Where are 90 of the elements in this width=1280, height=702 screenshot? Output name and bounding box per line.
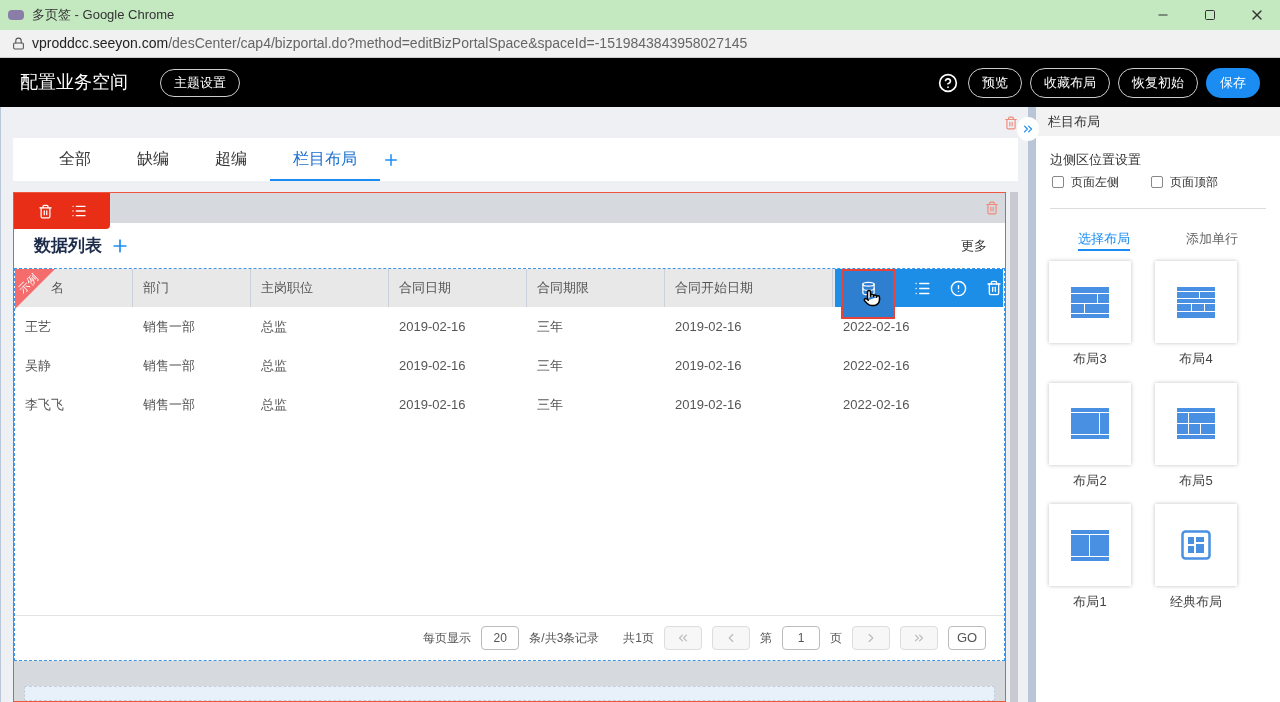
- page-field[interactable]: 1: [782, 626, 820, 650]
- per-page-field[interactable]: 20: [481, 626, 520, 650]
- window-title: 多页签 - Google Chrome: [32, 6, 175, 25]
- app-logo-icon: [8, 10, 24, 20]
- table-cell-text: 2022-02-16: [843, 317, 910, 336]
- layout-label: 经典布局: [1170, 593, 1222, 611]
- column-header: 合同日期: [399, 279, 451, 298]
- column-header: 部门: [143, 279, 169, 298]
- table-cell-text: 2022-02-16: [843, 395, 910, 414]
- section-title: 数据列表: [34, 234, 102, 257]
- table-cell-text: 总监: [261, 317, 287, 336]
- table-cell-text: 销售一部: [143, 317, 195, 336]
- data-source-button[interactable]: [841, 269, 895, 319]
- table-cell-text: 2019-02-16: [675, 356, 742, 375]
- info-icon[interactable]: [950, 279, 967, 297]
- address-bar[interactable]: vproddcc.seeyon.com/desCenter/cap4/bizportal.do?method=editBizPortalSpace&spaceId=-1519843843958027145: [0, 30, 1280, 58]
- layout-label: 布局3: [1073, 350, 1107, 368]
- layout-option[interactable]: [1049, 261, 1131, 343]
- table-cell-text: 销售一部: [143, 395, 195, 414]
- page-suffix: 页: [830, 630, 842, 647]
- lock-icon: [12, 37, 25, 50]
- checkbox-label: 页面左侧: [1071, 173, 1119, 191]
- trash-icon[interactable]: [985, 201, 999, 215]
- layout-label: 布局2: [1073, 471, 1107, 490]
- dashboard-layout-icon: [1181, 530, 1211, 560]
- hand-cursor-icon: [863, 289, 881, 307]
- tab[interactable]: 缺编: [114, 138, 192, 181]
- last-page-icon: [912, 631, 926, 645]
- more-link[interactable]: 更多: [961, 235, 987, 256]
- table-cell-text: 三年: [537, 395, 563, 414]
- layout-label: 布局5: [1179, 471, 1213, 490]
- table-cell-text: 吴静: [25, 356, 51, 375]
- layout-option[interactable]: [1155, 382, 1237, 465]
- table-cell-text: 2019-02-16: [675, 395, 742, 414]
- help-icon[interactable]: [938, 72, 958, 93]
- table-cell-text: 2019-02-16: [399, 395, 466, 414]
- table-cell-text: 2019-02-16: [675, 317, 742, 336]
- table-cell-text: 三年: [537, 356, 563, 375]
- column-header: 合同开始日期: [675, 279, 753, 298]
- sample-ribbon-label: 示例: [15, 270, 41, 297]
- grid-layout-icon: [1177, 286, 1215, 318]
- grid-layout-icon: [1071, 286, 1109, 318]
- panel-title: 栏目布局: [1048, 112, 1100, 131]
- database-icon: [860, 281, 876, 296]
- layout-option[interactable]: [1155, 261, 1237, 343]
- checkbox-label: 页面顶部: [1170, 173, 1218, 191]
- panel-tab[interactable]: 添加单行: [1186, 228, 1238, 251]
- url-path: /desCenter/cap4/bizportal.do?method=editBizPortalSpace&spaceId=-1519843843958027145: [168, 34, 748, 53]
- collapse-panel-button[interactable]: [1017, 117, 1039, 141]
- table-cell-text: 销售一部: [143, 356, 195, 375]
- column-header: 名: [51, 279, 64, 298]
- double-chevron-icon: [1021, 122, 1035, 136]
- table-cell-text: 总监: [261, 356, 287, 375]
- table-cell-text: 2022-02-16: [843, 356, 910, 375]
- table-cell-text: 三年: [537, 317, 563, 336]
- maximize-icon: [1203, 9, 1216, 21]
- table-cell-text: 王艺: [25, 317, 51, 336]
- column-header: 主岗职位: [261, 279, 313, 298]
- table-cell-text: 李飞飞: [25, 395, 64, 414]
- table-cell-text: 2019-02-16: [399, 317, 466, 336]
- pages-label: 共1页: [623, 630, 654, 647]
- grid-layout-icon: [1177, 408, 1215, 439]
- panel-tab[interactable]: 选择布局: [1078, 228, 1130, 251]
- checkbox[interactable]: [1052, 175, 1064, 188]
- records-label: 条/共3条记录: [529, 630, 600, 647]
- layout-option[interactable]: [1049, 382, 1131, 465]
- table-cell-text: 2019-02-16: [399, 356, 466, 375]
- layout-label: 布局1: [1073, 593, 1107, 611]
- trash-icon[interactable]: [37, 203, 53, 219]
- table-cell-text: 总监: [261, 395, 287, 414]
- list-icon[interactable]: [70, 203, 87, 219]
- grid-layout-icon: [1071, 529, 1109, 561]
- layout-label: 布局4: [1179, 350, 1213, 368]
- layout-option[interactable]: [1049, 504, 1131, 586]
- app-title: 配置业务空间: [20, 71, 128, 94]
- per-page-label: 每页显示: [423, 630, 472, 647]
- url-host: vproddcc.seeyon.com: [32, 34, 169, 53]
- column-header: 合同期限: [537, 279, 589, 298]
- tab[interactable]: 全部: [36, 138, 114, 181]
- tab[interactable]: 超编: [192, 138, 270, 181]
- grid-layout-icon: [1071, 408, 1109, 439]
- tab[interactable]: 栏目布局: [270, 138, 380, 181]
- page-prefix: 第: [760, 630, 772, 647]
- trash-icon[interactable]: [1004, 115, 1018, 130]
- trash-icon[interactable]: [986, 280, 1002, 296]
- first-page-icon: [676, 631, 690, 645]
- layout-option[interactable]: [1155, 504, 1237, 586]
- go-button[interactable]: GO: [948, 626, 986, 650]
- checkbox[interactable]: [1151, 175, 1163, 188]
- side-position-label: 边侧区位置设置: [1050, 151, 1142, 169]
